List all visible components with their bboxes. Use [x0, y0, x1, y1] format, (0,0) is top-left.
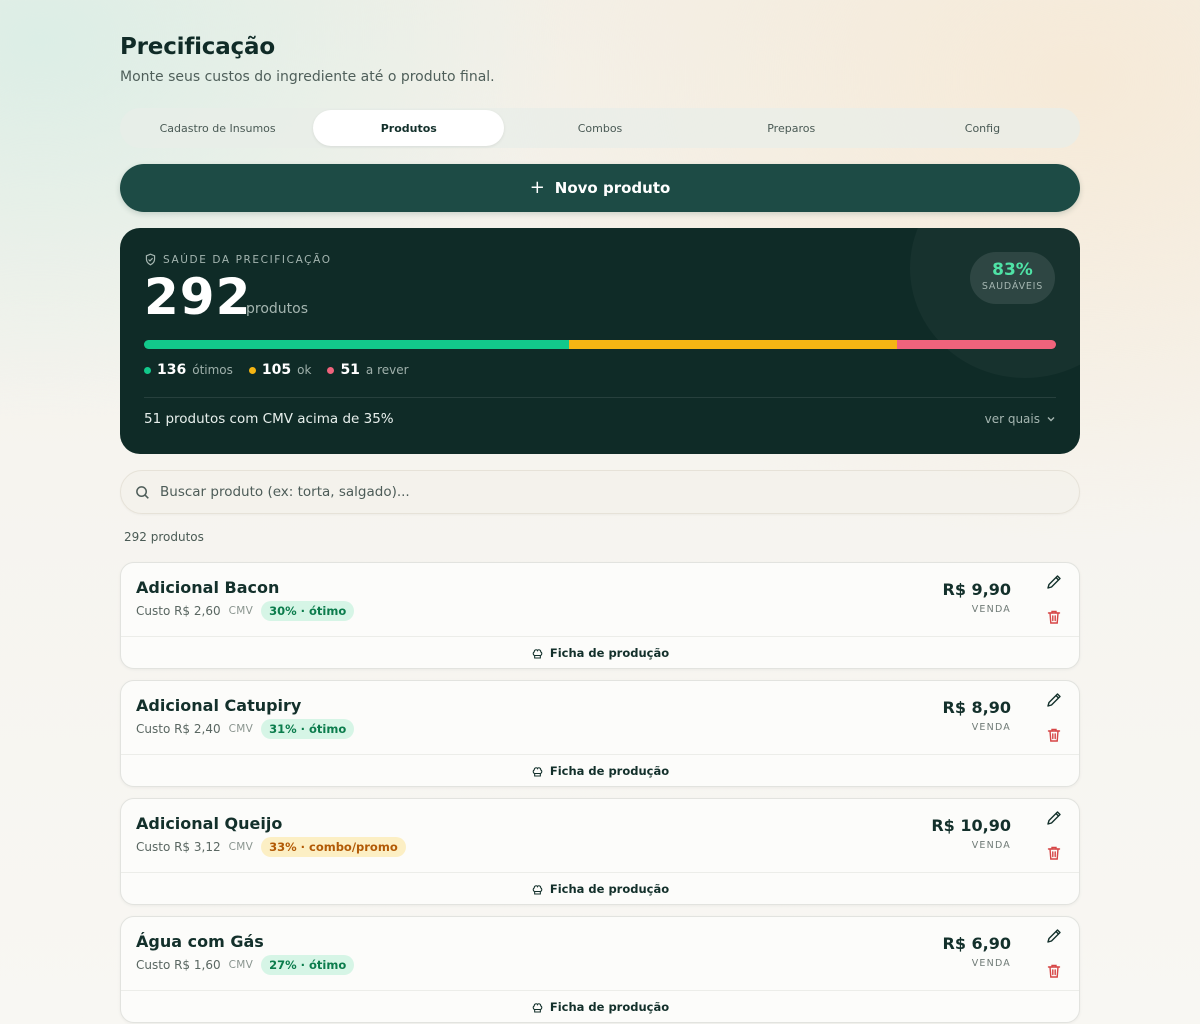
legend-dot-green	[144, 366, 151, 374]
chef-hat-icon	[532, 648, 543, 658]
product-cost: Custo R$ 3,12	[136, 840, 221, 854]
price-label: VENDA	[971, 722, 1011, 733]
product-cost: Custo R$ 1,60	[136, 958, 221, 972]
health-bar-segment-rever	[896, 340, 1056, 349]
product-card: Adicional Bacon Custo R$ 2,60 CMV 30% · …	[120, 562, 1080, 669]
product-cost: Custo R$ 2,40	[136, 722, 221, 736]
cmv-label: CMV	[228, 959, 254, 971]
production-sheet-button[interactable]: Ficha de produção	[121, 637, 1079, 669]
pencil-icon[interactable]	[1045, 573, 1063, 591]
production-sheet-label: Ficha de produção	[549, 646, 670, 660]
legend-rever: 51 a rever	[327, 362, 409, 378]
health-label-text: SAÚDE DA PRECIFICAÇÃO	[163, 253, 332, 266]
production-sheet-label: Ficha de produção	[549, 764, 670, 778]
cmv-badge: 33% · combo/promo	[261, 837, 406, 857]
product-name: Adicional Bacon	[136, 578, 280, 597]
cmv-warning: 51 produtos com CMV acima de 35%	[144, 411, 394, 427]
chef-hat-icon	[532, 884, 543, 894]
production-sheet-button[interactable]: Ficha de produção	[121, 991, 1079, 1023]
tab-bar: Cadastro de Insumos Produtos Combos Prep…	[120, 108, 1080, 148]
chef-hat-icon	[532, 766, 543, 776]
tab-produtos[interactable]: Produtos	[313, 110, 505, 146]
product-list: Adicional Bacon Custo R$ 2,60 CMV 30% · …	[120, 562, 1080, 1024]
health-divider	[144, 397, 1056, 398]
trash-icon[interactable]	[1045, 726, 1063, 744]
health-legend: 136 ótimos 105 ok 51 a rever	[144, 362, 409, 378]
cmv-badge: 27% · ótimo	[261, 955, 355, 975]
legend-ok: 105 ok	[248, 362, 312, 378]
healthy-percent-label: SAUDÁVEIS	[981, 281, 1044, 292]
shield-check-icon	[145, 253, 156, 266]
product-cost-row: Custo R$ 2,40 CMV 31% · ótimo	[136, 719, 355, 739]
price-label: VENDA	[971, 958, 1011, 969]
legend-otimos-value: 136	[157, 362, 187, 378]
product-price: R$ 10,90	[931, 816, 1011, 835]
product-cost-row: Custo R$ 2,60 CMV 30% · ótimo	[136, 601, 355, 621]
tab-config[interactable]: Config	[887, 110, 1078, 146]
legend-ok-value: 105	[261, 362, 292, 378]
pencil-icon[interactable]	[1045, 691, 1063, 709]
trash-icon[interactable]	[1045, 962, 1063, 980]
production-sheet-button[interactable]: Ficha de produção	[121, 873, 1079, 905]
pricing-health-card: SAÚDE DA PRECIFICAÇÃO 292 produtos 83% S…	[120, 228, 1080, 454]
cmv-badge: 31% · ótimo	[261, 719, 355, 739]
price-label: VENDA	[971, 840, 1011, 851]
legend-otimos: 136 ótimos	[144, 362, 233, 378]
legend-rever-label: a rever	[365, 363, 409, 377]
tab-preparos[interactable]: Preparos	[696, 110, 887, 146]
production-sheet-label: Ficha de produção	[549, 1000, 670, 1014]
production-sheet-label: Ficha de produção	[549, 882, 670, 896]
legend-otimos-label: ótimos	[192, 363, 233, 377]
health-bar-segment-ok	[568, 340, 897, 349]
trash-icon[interactable]	[1045, 844, 1063, 862]
product-count: 292 produtos	[124, 530, 204, 544]
pencil-icon[interactable]	[1045, 809, 1063, 827]
product-cost-row: Custo R$ 3,12 CMV 33% · combo/promo	[136, 837, 406, 857]
search-input[interactable]	[160, 484, 1065, 500]
product-price: R$ 8,90	[942, 698, 1012, 717]
product-total-unit: produtos	[246, 301, 309, 317]
product-card: Água com Gás Custo R$ 1,60 CMV 27% · óti…	[120, 916, 1080, 1023]
plus-icon: +	[529, 177, 545, 198]
product-price: R$ 6,90	[942, 934, 1012, 953]
product-name: Adicional Catupiry	[136, 696, 302, 715]
search-icon	[136, 485, 149, 499]
page-title: Precificação	[120, 34, 275, 60]
product-name: Água com Gás	[136, 932, 264, 951]
chevron-down-icon	[1047, 417, 1055, 422]
health-distribution-bar	[144, 340, 1056, 349]
healthy-percent-badge: 83% SAUDÁVEIS	[970, 252, 1055, 304]
product-card: Adicional Catupiry Custo R$ 2,40 CMV 31%…	[120, 680, 1080, 787]
cmv-label: CMV	[228, 723, 254, 735]
legend-dot-red	[327, 366, 335, 374]
chef-hat-icon	[532, 1002, 543, 1012]
cmv-label: CMV	[228, 605, 254, 617]
product-cost: Custo R$ 2,60	[136, 604, 221, 618]
production-sheet-button[interactable]: Ficha de produção	[121, 755, 1079, 787]
trash-icon[interactable]	[1045, 608, 1063, 626]
page-subtitle: Monte seus custos do ingrediente até o p…	[120, 69, 495, 85]
health-label: SAÚDE DA PRECIFICAÇÃO	[144, 253, 332, 266]
product-card: Adicional Queijo Custo R$ 3,12 CMV 33% ·…	[120, 798, 1080, 905]
price-label: VENDA	[971, 604, 1011, 615]
product-cost-row: Custo R$ 1,60 CMV 27% · ótimo	[136, 955, 355, 975]
new-product-label: Novo produto	[554, 179, 671, 197]
healthy-percent: 83%	[992, 260, 1033, 280]
new-product-button[interactable]: + Novo produto	[120, 164, 1080, 212]
legend-dot-yellow	[248, 366, 256, 374]
tab-combos[interactable]: Combos	[504, 110, 695, 146]
health-bar-segment-otimos	[144, 340, 569, 349]
see-which-link[interactable]: ver quais	[985, 412, 1056, 426]
product-price: R$ 9,90	[942, 580, 1012, 599]
cmv-badge: 30% · ótimo	[261, 601, 355, 621]
product-total: 292	[144, 268, 252, 326]
tab-cadastro-insumos[interactable]: Cadastro de Insumos	[122, 110, 313, 146]
search-bar	[120, 470, 1080, 514]
cmv-label: CMV	[228, 841, 254, 853]
see-which-label: ver quais	[984, 412, 1040, 426]
pencil-icon[interactable]	[1045, 927, 1063, 945]
legend-ok-label: ok	[297, 363, 312, 377]
product-name: Adicional Queijo	[136, 814, 283, 833]
legend-rever-value: 51	[340, 362, 360, 378]
